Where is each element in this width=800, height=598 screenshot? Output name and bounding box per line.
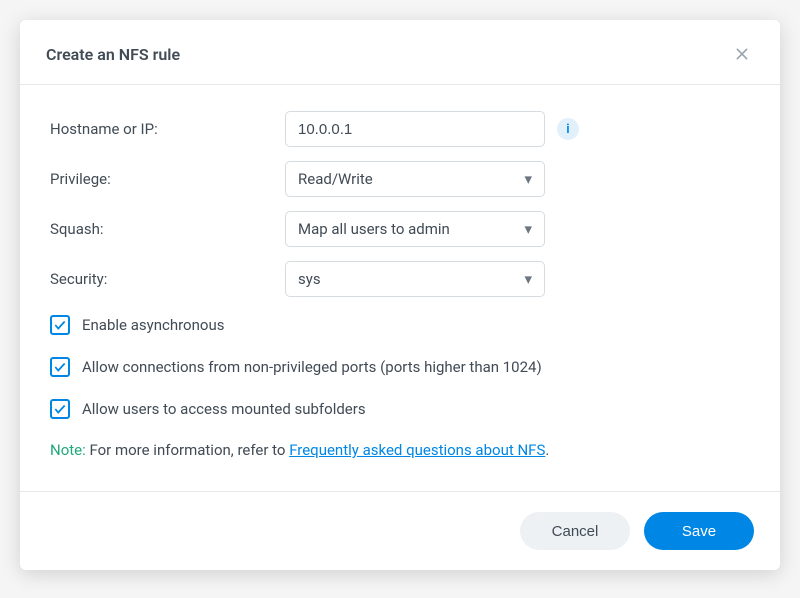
note-link[interactable]: Frequently asked questions about NFS [289,441,545,459]
nfs-rule-dialog: Create an NFS rule Hostname or IP: i Pri… [20,20,780,570]
dialog-footer: Cancel Save [20,491,780,570]
info-icon[interactable]: i [557,118,579,140]
subfolders-label: Allow users to access mounted subfolders [82,400,366,418]
note-section: Note: For more information, refer to Fre… [50,441,750,481]
subfolders-row: Allow users to access mounted subfolders [50,399,750,419]
security-control: sys ▾ [285,261,545,297]
async-checkbox[interactable] [50,315,70,335]
nonpriv-label: Allow connections from non-privileged po… [82,358,542,376]
privilege-label: Privilege: [50,170,285,188]
chevron-down-icon: ▾ [524,170,532,188]
note-prefix: Note: [50,441,86,459]
privilege-control: Read/Write ▾ [285,161,545,197]
subfolders-checkbox[interactable] [50,399,70,419]
squash-value: Map all users to admin [298,220,450,238]
security-label: Security: [50,270,285,288]
squash-label: Squash: [50,220,285,238]
checkbox-group: Enable asynchronous Allow connections fr… [50,315,750,419]
security-select[interactable]: sys ▾ [285,261,545,297]
async-row: Enable asynchronous [50,315,750,335]
squash-select[interactable]: Map all users to admin ▾ [285,211,545,247]
privilege-row: Privilege: Read/Write ▾ [50,161,750,197]
security-value: sys [298,270,321,288]
close-icon [734,46,750,62]
privilege-select[interactable]: Read/Write ▾ [285,161,545,197]
note-text: For more information, refer to [86,441,289,459]
async-label: Enable asynchronous [82,316,224,334]
close-button[interactable] [730,42,754,66]
hostname-control: i [285,111,579,147]
hostname-label: Hostname or IP: [50,120,285,138]
chevron-down-icon: ▾ [524,270,532,288]
check-icon [53,402,67,416]
check-icon [53,360,67,374]
dialog-header: Create an NFS rule [20,20,780,85]
hostname-row: Hostname or IP: i [50,111,750,147]
note-suffix: . [545,441,549,459]
save-button[interactable]: Save [644,512,754,550]
nonpriv-checkbox[interactable] [50,357,70,377]
chevron-down-icon: ▾ [524,220,532,238]
security-row: Security: sys ▾ [50,261,750,297]
dialog-body: Hostname or IP: i Privilege: Read/Write … [20,85,780,491]
privilege-value: Read/Write [298,170,373,188]
hostname-input[interactable] [285,111,545,147]
dialog-title: Create an NFS rule [46,45,180,64]
squash-control: Map all users to admin ▾ [285,211,545,247]
squash-row: Squash: Map all users to admin ▾ [50,211,750,247]
cancel-button[interactable]: Cancel [520,512,630,550]
nonpriv-row: Allow connections from non-privileged po… [50,357,750,377]
check-icon [53,318,67,332]
